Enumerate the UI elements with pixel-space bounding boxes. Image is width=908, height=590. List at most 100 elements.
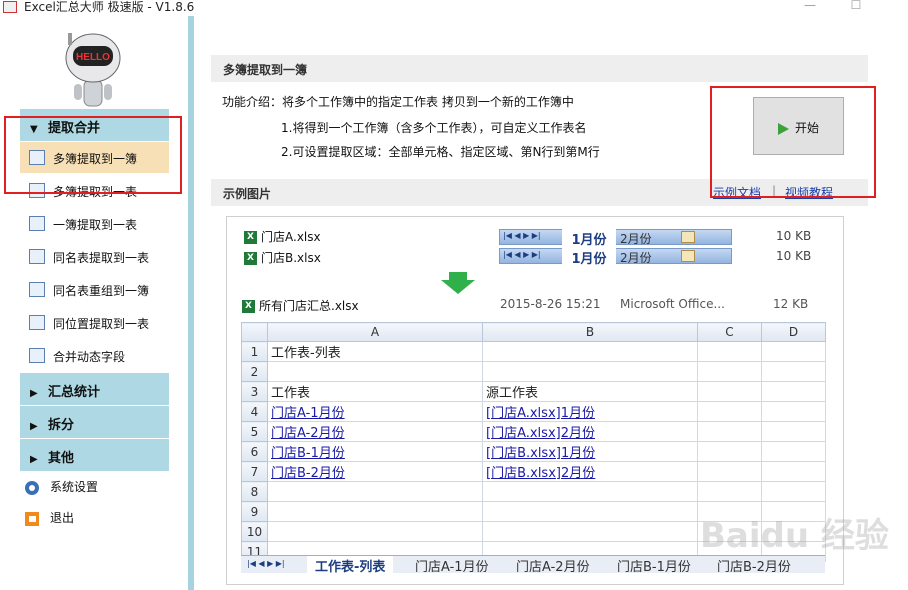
nav-one-book-to-one-sheet[interactable]: 一簿提取到一表 bbox=[20, 208, 169, 239]
window-title: Excel汇总大师 极速版 - V1.8.6 bbox=[24, 0, 195, 14]
cell bbox=[697, 421, 762, 442]
table-row: 7 门店B-2月份 [门店B.xlsx]2月份 bbox=[241, 461, 826, 482]
cell bbox=[697, 381, 762, 402]
cell bbox=[482, 521, 698, 542]
tab-nav-icon: |◀ ◀ ▶ ▶| bbox=[503, 250, 541, 259]
table-row: 2 bbox=[241, 361, 826, 382]
page-title: 多簿提取到一簿 bbox=[211, 55, 868, 82]
section-split[interactable]: ▶ 拆分 bbox=[20, 406, 169, 438]
cell bbox=[267, 361, 483, 382]
sheet-tab: 门店B-2月份 bbox=[717, 560, 791, 573]
row-header: 9 bbox=[241, 501, 268, 522]
cell bbox=[697, 401, 762, 422]
sheet-icon bbox=[29, 249, 45, 264]
cell: [门店A.xlsx]2月份 bbox=[482, 421, 698, 442]
cell bbox=[697, 341, 762, 362]
settings-icon bbox=[25, 480, 39, 495]
cell-link[interactable]: 门店A-2月份 bbox=[271, 426, 345, 441]
table-row: 3 工作表 源工作表 bbox=[241, 381, 826, 402]
row-header: 8 bbox=[241, 481, 268, 502]
result-file-size: 12 KB bbox=[773, 297, 809, 311]
nav-same-name-to-one-sheet[interactable]: 同名表提取到一表 bbox=[20, 241, 169, 272]
cell-link[interactable]: [门店A.xlsx]2月份 bbox=[486, 426, 595, 441]
row-header: 5 bbox=[241, 421, 268, 442]
chevron-right-icon: ▶ bbox=[30, 421, 38, 432]
nav-merge-dynamic-fields[interactable]: 合并动态字段 bbox=[20, 340, 169, 371]
cell-link[interactable]: [门店B.xlsx]2月份 bbox=[486, 466, 595, 481]
nav-same-position[interactable]: 同位置提取到一表 bbox=[20, 307, 169, 338]
cell-link[interactable]: 门店A-1月份 bbox=[271, 406, 345, 421]
cell: 工作表-列表 bbox=[267, 341, 483, 362]
row-header: 2 bbox=[241, 361, 268, 382]
cell bbox=[761, 361, 826, 382]
excel-file-icon: X bbox=[244, 252, 257, 265]
cell: 门店A-2月份 bbox=[267, 421, 483, 442]
row-header: 3 bbox=[241, 381, 268, 402]
cell-link[interactable]: 门店B-2月份 bbox=[271, 466, 345, 481]
minimize-button[interactable]: — bbox=[800, 0, 820, 14]
column-header: B bbox=[482, 322, 698, 342]
maximize-button[interactable]: ☐ bbox=[846, 0, 866, 14]
cell bbox=[482, 361, 698, 382]
cell: [门店A.xlsx]1月份 bbox=[482, 401, 698, 422]
result-file-row: X 所有门店汇总.xlsx bbox=[242, 297, 359, 314]
exit-button[interactable]: 退出 bbox=[24, 509, 74, 527]
cell bbox=[697, 441, 762, 462]
app-icon bbox=[3, 1, 17, 13]
highlight-box-start bbox=[710, 86, 876, 198]
cell bbox=[482, 481, 698, 502]
sheet-tab: 门店A-2月份 bbox=[516, 560, 590, 573]
column-header-row: A B C D bbox=[241, 322, 826, 342]
cell bbox=[697, 361, 762, 382]
section-other[interactable]: ▶ 其他 bbox=[20, 439, 169, 471]
cell: 门店B-1月份 bbox=[267, 441, 483, 462]
sheet-tab: 1月份 bbox=[562, 248, 616, 267]
watermark: Baidu 经验 bbox=[700, 516, 889, 556]
new-sheet-icon bbox=[681, 231, 695, 243]
sidebar-divider bbox=[188, 16, 194, 590]
settings-label: 系统设置 bbox=[50, 480, 99, 494]
feature-intro: 功能介绍：将多个工作簿中的指定工作表 拷贝到一个新的工作簿中 bbox=[222, 95, 574, 109]
table-row: 1 工作表-列表 bbox=[241, 341, 826, 362]
cell bbox=[761, 421, 826, 442]
nav-label: 同名表重组到一簿 bbox=[53, 284, 150, 298]
file-size: 10 KB bbox=[776, 249, 812, 263]
exit-label: 退出 bbox=[50, 511, 75, 525]
cell-link[interactable]: [门店A.xlsx]1月份 bbox=[486, 406, 595, 421]
sheet-tab-active: 工作表-列表 bbox=[307, 556, 394, 573]
file-name: 门店B.xlsx bbox=[261, 251, 321, 265]
table-icon bbox=[29, 348, 45, 363]
feature-point-2: 2.可设置提取区域：全部单元格、指定区域、第N行到第M行 bbox=[281, 145, 600, 159]
file-row-b: X 门店B.xlsx bbox=[244, 249, 321, 266]
cell bbox=[697, 481, 762, 502]
cell bbox=[267, 521, 483, 542]
sheet-tab: 2月份 bbox=[620, 232, 652, 246]
tab-nav-icon: |◀ ◀ ▶ ▶| bbox=[503, 231, 541, 240]
column-header: C bbox=[697, 322, 762, 342]
sheet-tabstrip-b: |◀ ◀ ▶ ▶| 1月份 2月份 bbox=[499, 248, 732, 267]
cell bbox=[267, 481, 483, 502]
row-header: 4 bbox=[241, 401, 268, 422]
cell-link[interactable]: [门店B.xlsx]1月份 bbox=[486, 446, 595, 461]
cell: [门店B.xlsx]1月份 bbox=[482, 441, 698, 462]
sheet-tab-bar: |◀ ◀ ▶ ▶| 工作表-列表 门店A-1月份 门店A-2月份 门店B-1月份… bbox=[241, 555, 825, 573]
cell bbox=[482, 341, 698, 362]
table-row: 8 bbox=[241, 481, 826, 502]
sidebar: HELLO ▼ 提取合并 多簿提取到一簿 多簿提取到一表 一簿提取到一表 同名表提… bbox=[0, 16, 188, 590]
column-header: A bbox=[267, 322, 483, 342]
nav-label: 合并动态字段 bbox=[53, 350, 126, 364]
nav-same-name-regroup[interactable]: 同名表重组到一簿 bbox=[20, 274, 169, 305]
cell bbox=[761, 401, 826, 422]
system-settings-button[interactable]: 系统设置 bbox=[24, 478, 98, 496]
section-summary-stats[interactable]: ▶ 汇总统计 bbox=[20, 373, 169, 405]
sheet-tabstrip-a: |◀ ◀ ▶ ▶| 1月份 2月份 bbox=[499, 229, 732, 248]
cell bbox=[761, 481, 826, 502]
section-label: 其他 bbox=[48, 451, 75, 466]
excel-file-icon: X bbox=[244, 231, 257, 244]
cell-link[interactable]: 门店B-1月份 bbox=[271, 446, 345, 461]
new-sheet-icon bbox=[681, 250, 695, 262]
section-label: 拆分 bbox=[48, 418, 75, 433]
sheet-icon bbox=[29, 216, 45, 231]
tab-nav-icon: |◀ ◀ ▶ ▶| bbox=[247, 559, 285, 568]
file-size: 10 KB bbox=[776, 229, 812, 243]
